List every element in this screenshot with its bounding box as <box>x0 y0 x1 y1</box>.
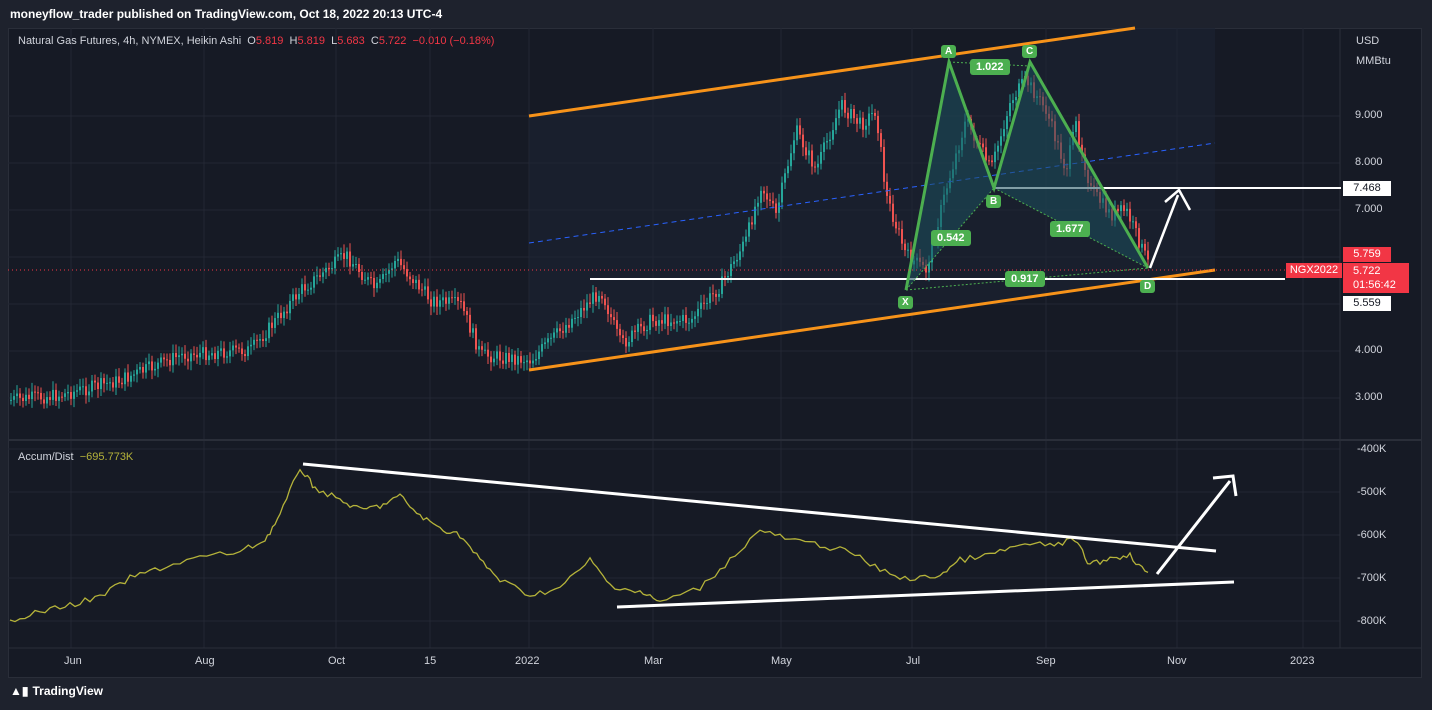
symbol-legend[interactable]: Natural Gas Futures, 4h, NYMEX, Heikin A… <box>18 35 494 47</box>
ad-lower-trendline[interactable] <box>616 580 1235 609</box>
low-value: 5.683 <box>337 35 365 47</box>
tradingview-icon: ▲▮ <box>10 684 29 698</box>
high-value: 5.819 <box>297 35 325 47</box>
time-label: Jul <box>906 655 921 667</box>
axis-currency: USD <box>1356 35 1380 47</box>
last-price-value: 5.722 <box>1353 265 1381 277</box>
price-tick: 9.000 <box>1355 109 1383 121</box>
low-level-tag: 5.559 <box>1343 296 1391 311</box>
ratio-xd: 0.917 <box>1005 271 1045 287</box>
indicator-name: Accum/Dist <box>18 451 74 463</box>
pattern-point-a[interactable]: A <box>941 45 957 58</box>
symbol-tag: NGX2022 <box>1286 263 1342 278</box>
indicator-legend[interactable]: Accum/Dist −695.773K <box>18 451 133 463</box>
time-label: 15 <box>424 655 437 667</box>
pattern-point-b[interactable]: B <box>986 195 1002 208</box>
time-label: Oct <box>328 655 346 667</box>
close-label: C <box>370 35 379 47</box>
time-label: Aug <box>195 655 215 667</box>
time-label: 2023 <box>1290 655 1315 667</box>
time-label: Nov <box>1167 655 1187 667</box>
open-label: O <box>247 35 256 47</box>
chart-canvas[interactable] <box>0 0 1432 710</box>
high-price-tag: 5.759 <box>1343 247 1391 262</box>
time-label: Sep <box>1036 655 1056 667</box>
symbol-name: Natural Gas Futures, 4h, NYMEX, Heikin A… <box>18 35 242 47</box>
pattern-point-x[interactable]: X <box>898 296 913 309</box>
ratio-xb: 0.542 <box>931 230 971 246</box>
resistance-level-tag: 7.468 <box>1343 181 1391 196</box>
ad-tick: -600K <box>1357 529 1387 541</box>
pattern-point-c[interactable]: C <box>1022 45 1038 58</box>
close-value: 5.722 <box>378 35 407 47</box>
ratio-bd: 1.677 <box>1050 221 1090 237</box>
ad-upper-trendline[interactable] <box>302 462 1217 553</box>
ratio-xa-ab: 1.022 <box>970 59 1010 75</box>
tradingview-logo[interactable]: ▲▮ TradingView <box>10 684 103 698</box>
time-label: 2022 <box>515 655 540 667</box>
open-value: 5.819 <box>255 35 284 47</box>
ad-tick: -700K <box>1357 572 1387 584</box>
time-label: Mar <box>644 655 663 667</box>
price-tick: 3.000 <box>1355 391 1383 403</box>
pattern-point-d[interactable]: D <box>1140 280 1156 293</box>
change-value: −0.010 (−0.18%) <box>412 35 495 47</box>
price-tick: 8.000 <box>1355 156 1383 168</box>
ad-tick: -500K <box>1357 486 1387 498</box>
brand-name: TradingView <box>32 684 103 698</box>
price-tick: 4.000 <box>1355 344 1383 356</box>
indicator-value: −695.773K <box>79 451 134 463</box>
axis-unit: MMBtu <box>1356 55 1391 67</box>
bar-countdown: 01:56:42 <box>1353 279 1396 291</box>
last-price-tag: 5.722 01:56:42 <box>1343 263 1409 293</box>
price-tick: 7.000 <box>1355 203 1383 215</box>
ad-projection-arrow[interactable] <box>1155 474 1238 575</box>
ad-tick: -400K <box>1357 443 1387 455</box>
time-label: Jun <box>64 655 82 667</box>
ad-tick: -800K <box>1357 615 1387 627</box>
time-label: May <box>771 655 792 667</box>
